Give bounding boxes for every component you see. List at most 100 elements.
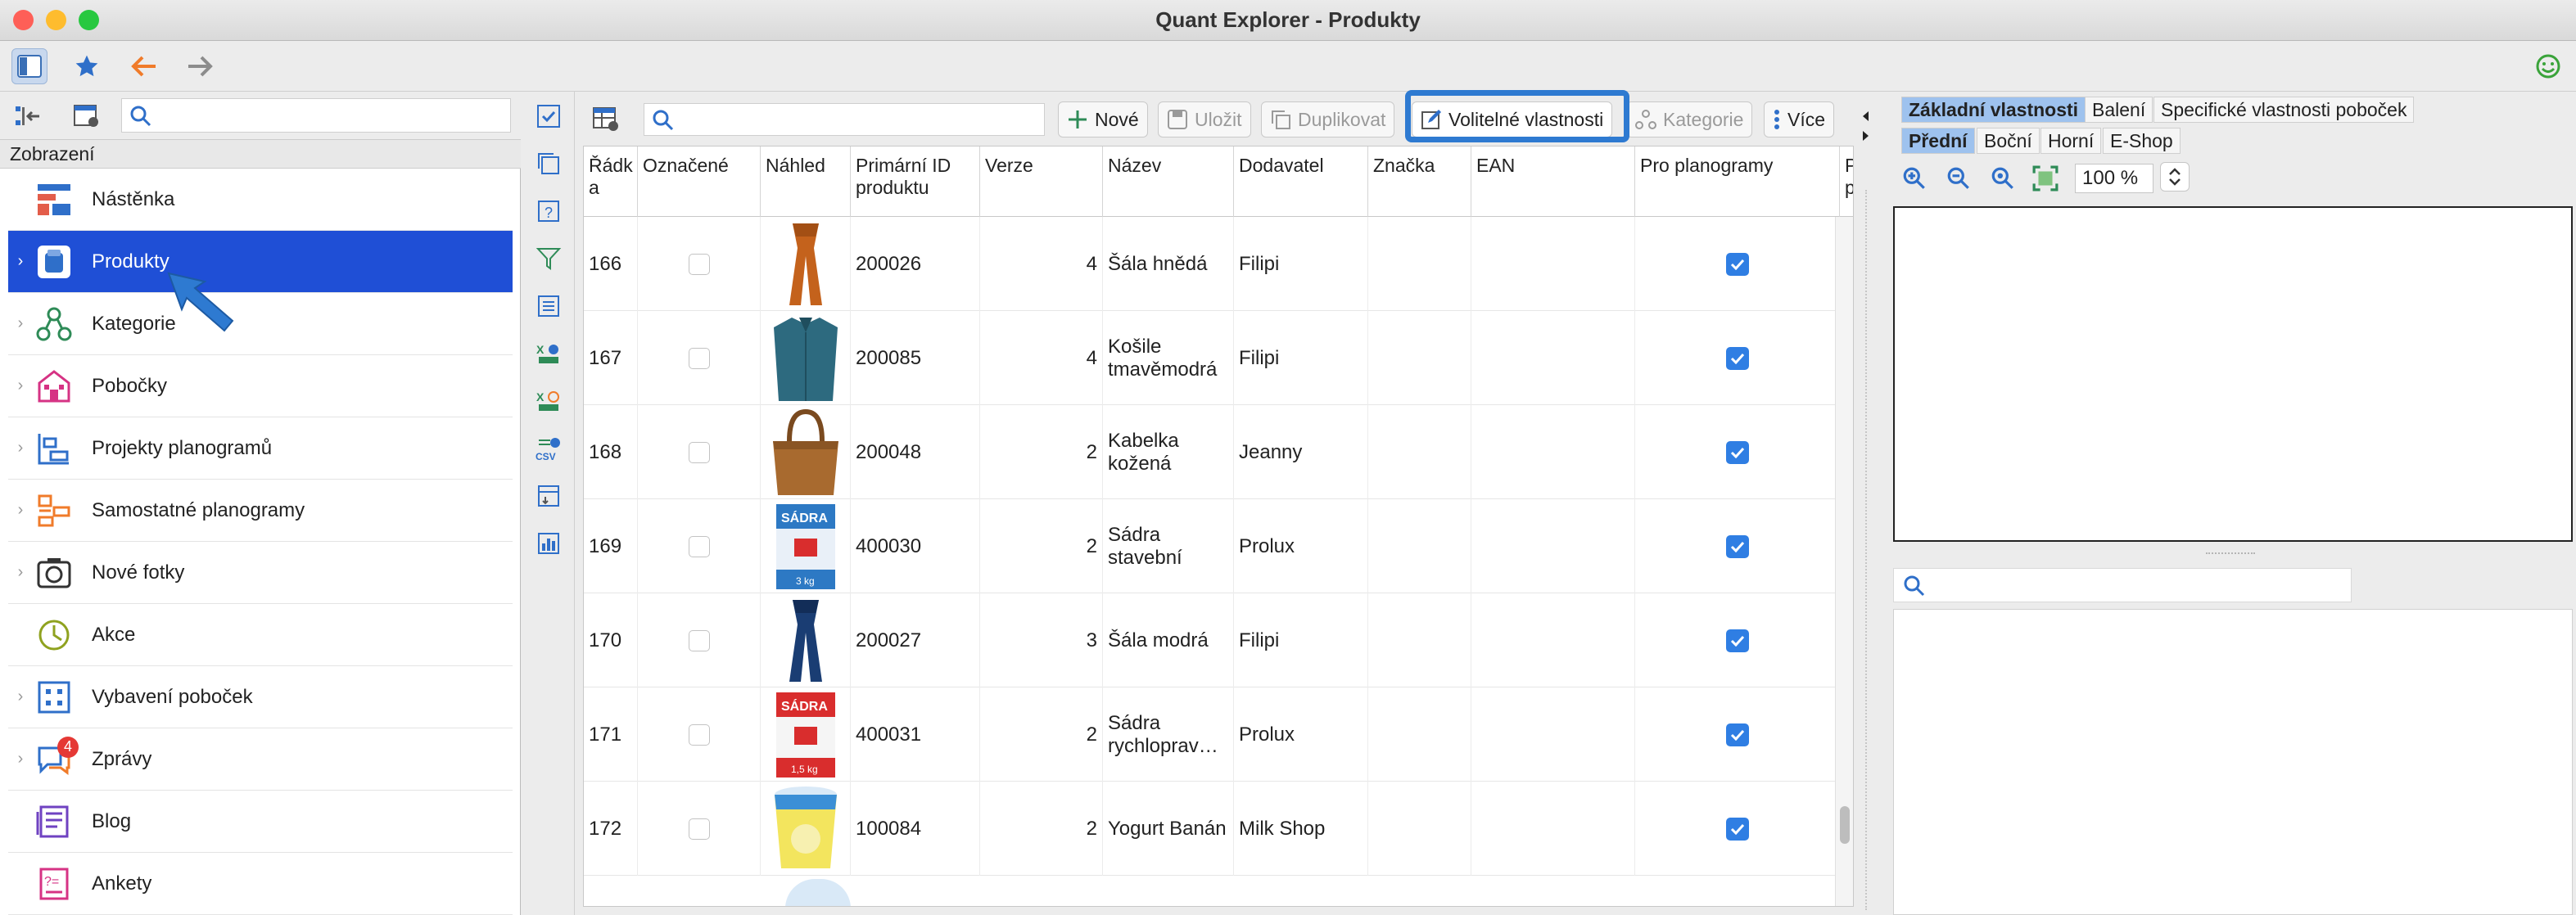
table-transfer-icon[interactable] [534,481,563,511]
planogram-checkbox[interactable] [1725,440,1749,464]
planogram-checkbox[interactable] [1725,629,1749,652]
planogram-cell [1635,687,1840,782]
more-button[interactable]: Více [1764,101,1835,137]
planogram-checkbox[interactable] [1725,817,1749,841]
table-row[interactable]: 166 200026 4 Šála hnědá Filipi [584,217,1845,311]
sidebar-item-nove-fotky[interactable]: › Nové fotky [8,542,513,604]
table-row[interactable]: 172 100084 2 Yogurt Banán Milk Shop [584,782,1845,876]
view-settings-icon[interactable] [69,98,105,134]
table-row[interactable]: 171 SÁDRA 1,5 kg 400031 2 Sádra rychloprav… Pr… [584,687,1845,782]
sidebar-item-samostatne-planogramy[interactable]: › Samostatné planogramy [8,480,513,542]
table-row[interactable]: 170 200027 3 Šála modrá Filipi [584,593,1845,687]
column-header[interactable]: Verze [980,146,1103,217]
splitter-arrows-icon [1863,111,1869,141]
row-number-cell: 172 [584,782,638,876]
column-header[interactable]: Dodavatel [1234,146,1368,217]
marked-checkbox[interactable] [688,818,710,840]
planogram-checkbox[interactable] [1725,252,1749,276]
category-button[interactable]: Kategorie [1626,101,1753,137]
navigation-search-input[interactable] [121,98,511,133]
list-icon[interactable] [534,291,563,321]
tab-e-shop[interactable]: E-Shop [2103,128,2181,154]
panel-splitter[interactable] [1854,92,1878,915]
marked-checkbox[interactable] [688,535,710,557]
statistics-icon[interactable] [534,529,563,558]
sidebar-item-vybaveni-pobocek[interactable]: › Vybavení poboček [8,666,513,728]
split-handle[interactable] [2206,552,2255,554]
sidebar-item-projekty-planogramu[interactable]: › Projekty planogramů [8,417,513,480]
product-id-cell: 400031 [851,687,980,782]
ean-cell [1471,405,1635,499]
table-row-partial [584,876,1845,906]
table-row[interactable]: 169 SÁDRA 3 kg 400030 2 Sádra stavební Prolux [584,499,1845,593]
planogram-checkbox[interactable] [1725,534,1749,558]
column-header[interactable]: Označené [638,146,761,217]
vertical-scrollbar[interactable] [1835,217,1853,906]
arrow-left-icon[interactable] [126,48,162,84]
save-button[interactable]: Uložit [1158,101,1251,137]
marked-checkbox[interactable] [688,347,710,369]
sidebar-item-produkty[interactable]: › Produkty [8,231,513,293]
row-number-cell: 170 [584,593,638,687]
excel-import-icon[interactable]: X [534,339,563,368]
window-title: Quant Explorer - Produkty [1155,7,1421,32]
sidebar-item-zpravy[interactable]: › 4 Zprávy [8,728,513,791]
sidebar-item-blog[interactable]: Blog [8,791,513,853]
copy-icon[interactable] [534,149,563,178]
select-all-icon[interactable] [534,101,563,131]
help-icon[interactable]: ? [534,196,563,226]
zoom-in-icon[interactable] [1896,160,1932,196]
column-settings-icon[interactable] [588,101,624,137]
star-icon[interactable] [69,48,105,84]
column-header[interactable]: P p [1840,146,1853,217]
arrow-right-icon[interactable] [182,48,218,84]
zoom-stepper[interactable] [2160,162,2190,192]
sidebar-item-nastenka[interactable]: Nástěnka [8,169,513,231]
tab-zakladni-vlastnosti[interactable]: Základní vlastnosti [1901,97,2086,123]
svg-text:?: ? [545,205,553,221]
column-header[interactable]: Značka [1368,146,1471,217]
properties-search-input[interactable] [1893,568,2352,602]
tab-specificke-vlastnosti[interactable]: Specifické vlastnosti poboček [2153,97,2415,123]
product-preview-canvas[interactable] [1893,206,2573,542]
tab-horni[interactable]: Horní [2040,128,2102,154]
planogram-checkbox[interactable] [1725,346,1749,370]
sidebar-toggle-icon[interactable] [11,48,47,84]
marked-checkbox[interactable] [688,441,710,463]
smiley-icon[interactable] [2530,48,2566,84]
table-row[interactable]: 168 200048 2 Kabelka kožená Jeanny [584,405,1845,499]
filter-icon[interactable] [534,244,563,273]
chevron-right-icon: › [17,439,24,457]
zoom-level-field[interactable]: 100 % [2075,164,2153,193]
collapse-tree-icon[interactable] [10,98,46,134]
column-header[interactable]: Řádk a [584,146,638,217]
new-product-button[interactable]: Nové [1058,101,1148,137]
column-header[interactable]: EAN [1471,146,1635,217]
tab-bocni[interactable]: Boční [1977,128,2040,154]
table-row[interactable]: 167 200085 4 Košile tmavěmodrá Filipi [584,311,1845,405]
duplicate-button[interactable]: Duplikovat [1261,101,1395,137]
zoom-out-icon[interactable] [1941,160,1977,196]
marked-checkbox[interactable] [688,253,710,275]
marked-checkbox[interactable] [688,629,710,651]
tab-predni[interactable]: Přední [1901,128,1975,154]
fit-to-view-icon[interactable] [2027,160,2063,196]
scrollbar-thumb[interactable] [1840,806,1850,844]
csv-import-icon[interactable]: CSV [534,434,563,463]
sidebar-item-akce[interactable]: Akce [8,604,513,666]
planogram-cell [1635,499,1840,593]
version-cell: 4 [980,217,1103,311]
column-header[interactable]: Primární ID produktu [851,146,980,217]
marked-checkbox[interactable] [688,723,710,746]
column-header[interactable]: Pro planogramy [1635,146,1840,217]
excel-export-icon[interactable]: X [534,386,563,416]
zoom-reset-icon[interactable] [1985,160,2021,196]
sidebar-item-ankety[interactable]: ?= Ankety [8,853,513,915]
column-header[interactable]: Název [1103,146,1234,217]
product-search-input[interactable] [644,103,1045,136]
column-header[interactable]: Náhled [761,146,851,217]
tab-baleni[interactable]: Balení [2085,97,2153,123]
sidebar-item-kategorie[interactable]: › Kategorie [8,293,513,355]
planogram-checkbox[interactable] [1725,723,1749,746]
sidebar-item-pobocky[interactable]: › Pobočky [8,355,513,417]
